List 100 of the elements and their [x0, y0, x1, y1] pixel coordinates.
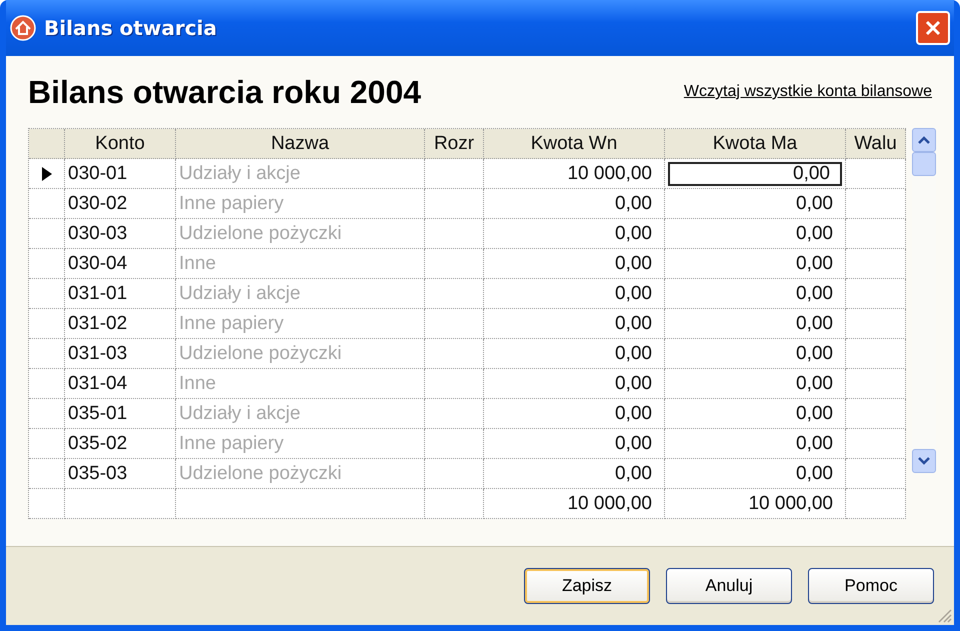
row-indicator-cell[interactable]	[29, 309, 65, 339]
table-cell: 0,00	[484, 429, 665, 459]
column-header[interactable]: Rozr	[425, 129, 484, 159]
table-cell: 035-02	[65, 429, 176, 459]
table-cell: 0,00	[484, 369, 665, 399]
row-indicator-cell[interactable]	[29, 399, 65, 429]
table-cell: Udziały i akcje	[176, 399, 425, 429]
table-cell: 0,00	[665, 429, 846, 459]
column-header[interactable]: Walu	[846, 129, 906, 159]
page-heading: Bilans otwarcia roku 2004	[28, 74, 422, 110]
table-cell: 0,00	[665, 279, 846, 309]
total-cell: 10 000,00	[665, 489, 846, 519]
load-accounts-link[interactable]: Wczytaj wszystkie konta bilansowe	[684, 83, 932, 101]
table-cell: 0,00	[484, 249, 665, 279]
table-cell: Udzielone pożyczki	[176, 459, 425, 489]
table-cell: Udziały i akcje	[176, 279, 425, 309]
table-cell	[846, 369, 906, 399]
table-cell: 0,00	[484, 309, 665, 339]
dialog-button[interactable]: Anuluj	[666, 568, 792, 604]
table-cell: 0,00	[665, 249, 846, 279]
table-cell	[846, 249, 906, 279]
table-cell: 0,00	[665, 369, 846, 399]
table-cell: 0,00	[484, 399, 665, 429]
table-cell	[846, 339, 906, 369]
close-button[interactable]	[916, 11, 950, 45]
table-cell	[846, 399, 906, 429]
table-cell	[425, 489, 484, 519]
table-cell: 030-02	[65, 189, 176, 219]
table-cell: 0,00	[484, 339, 665, 369]
table-cell: 030-03	[65, 219, 176, 249]
column-header[interactable]: Kwota Wn	[484, 129, 665, 159]
table-cell: 0,00	[665, 309, 846, 339]
table-cell: 035-03	[65, 459, 176, 489]
total-cell: 10 000,00	[484, 489, 665, 519]
app-icon	[10, 15, 36, 41]
table-cell: 0,00	[665, 459, 846, 489]
table-cell: 030-01	[65, 159, 176, 189]
table-cell: 0,00	[484, 189, 665, 219]
scroll-thumb[interactable]	[912, 152, 936, 176]
row-indicator-cell[interactable]	[29, 219, 65, 249]
column-header[interactable]: Konto	[65, 129, 176, 159]
table-cell: 0,00	[665, 399, 846, 429]
table-cell: Inne papiery	[176, 309, 425, 339]
table-cell	[425, 309, 484, 339]
table-cell	[425, 339, 484, 369]
table-cell	[425, 249, 484, 279]
table-cell: 0,00	[484, 219, 665, 249]
table-cell	[846, 459, 906, 489]
table-cell: 0,00	[665, 219, 846, 249]
table-cell	[425, 399, 484, 429]
current-row-icon	[42, 166, 52, 180]
table-cell	[425, 219, 484, 249]
table-cell: 0,00	[665, 339, 846, 369]
amount-input-field[interactable]: 0,00	[668, 162, 842, 186]
table-cell: 035-01	[65, 399, 176, 429]
table-cell: 031-04	[65, 369, 176, 399]
dialog-button[interactable]: Pomoc	[808, 568, 934, 604]
dialog-button[interactable]: Zapisz	[524, 568, 650, 604]
chevron-up-icon	[918, 136, 930, 144]
window-title: Bilans otwarcia	[44, 16, 218, 40]
table-cell: Udzielone pożyczki	[176, 219, 425, 249]
table-cell	[846, 309, 906, 339]
table-cell	[425, 429, 484, 459]
row-indicator-cell[interactable]	[29, 279, 65, 309]
row-indicator-cell[interactable]	[29, 339, 65, 369]
table-cell	[846, 279, 906, 309]
table-cell	[846, 429, 906, 459]
table-cell	[846, 489, 906, 519]
table-cell: 0,00	[484, 459, 665, 489]
close-icon	[924, 19, 942, 37]
chevron-down-icon	[918, 457, 930, 465]
column-header[interactable]: Kwota Ma	[665, 129, 846, 159]
table-cell	[425, 279, 484, 309]
table-cell: 031-01	[65, 279, 176, 309]
row-indicator-cell[interactable]	[29, 429, 65, 459]
table-cell: 031-03	[65, 339, 176, 369]
resize-grip-icon	[936, 607, 952, 623]
row-indicator-cell[interactable]	[29, 459, 65, 489]
row-indicator-cell[interactable]	[29, 159, 65, 189]
table-cell: Udziały i akcje	[176, 159, 425, 189]
table-cell: Inne papiery	[176, 189, 425, 219]
table-cell: 031-02	[65, 309, 176, 339]
table-cell: 030-04	[65, 249, 176, 279]
row-indicator-cell[interactable]	[29, 189, 65, 219]
table-cell: 0,00	[484, 279, 665, 309]
row-indicator-cell[interactable]	[29, 249, 65, 279]
table-cell: Inne	[176, 249, 425, 279]
table-cell: Udzielone pożyczki	[176, 339, 425, 369]
table-cell	[425, 369, 484, 399]
table-cell: Inne	[176, 369, 425, 399]
table-cell	[425, 189, 484, 219]
table-cell: 0,00	[665, 189, 846, 219]
table-cell	[425, 459, 484, 489]
scroll-up-button[interactable]	[912, 128, 936, 152]
scroll-down-button[interactable]	[912, 449, 936, 473]
row-indicator-cell[interactable]	[29, 369, 65, 399]
column-header[interactable]: Nazwa	[176, 129, 425, 159]
table-cell	[846, 189, 906, 219]
table-cell	[846, 219, 906, 249]
table-cell: 10 000,00	[484, 159, 665, 189]
